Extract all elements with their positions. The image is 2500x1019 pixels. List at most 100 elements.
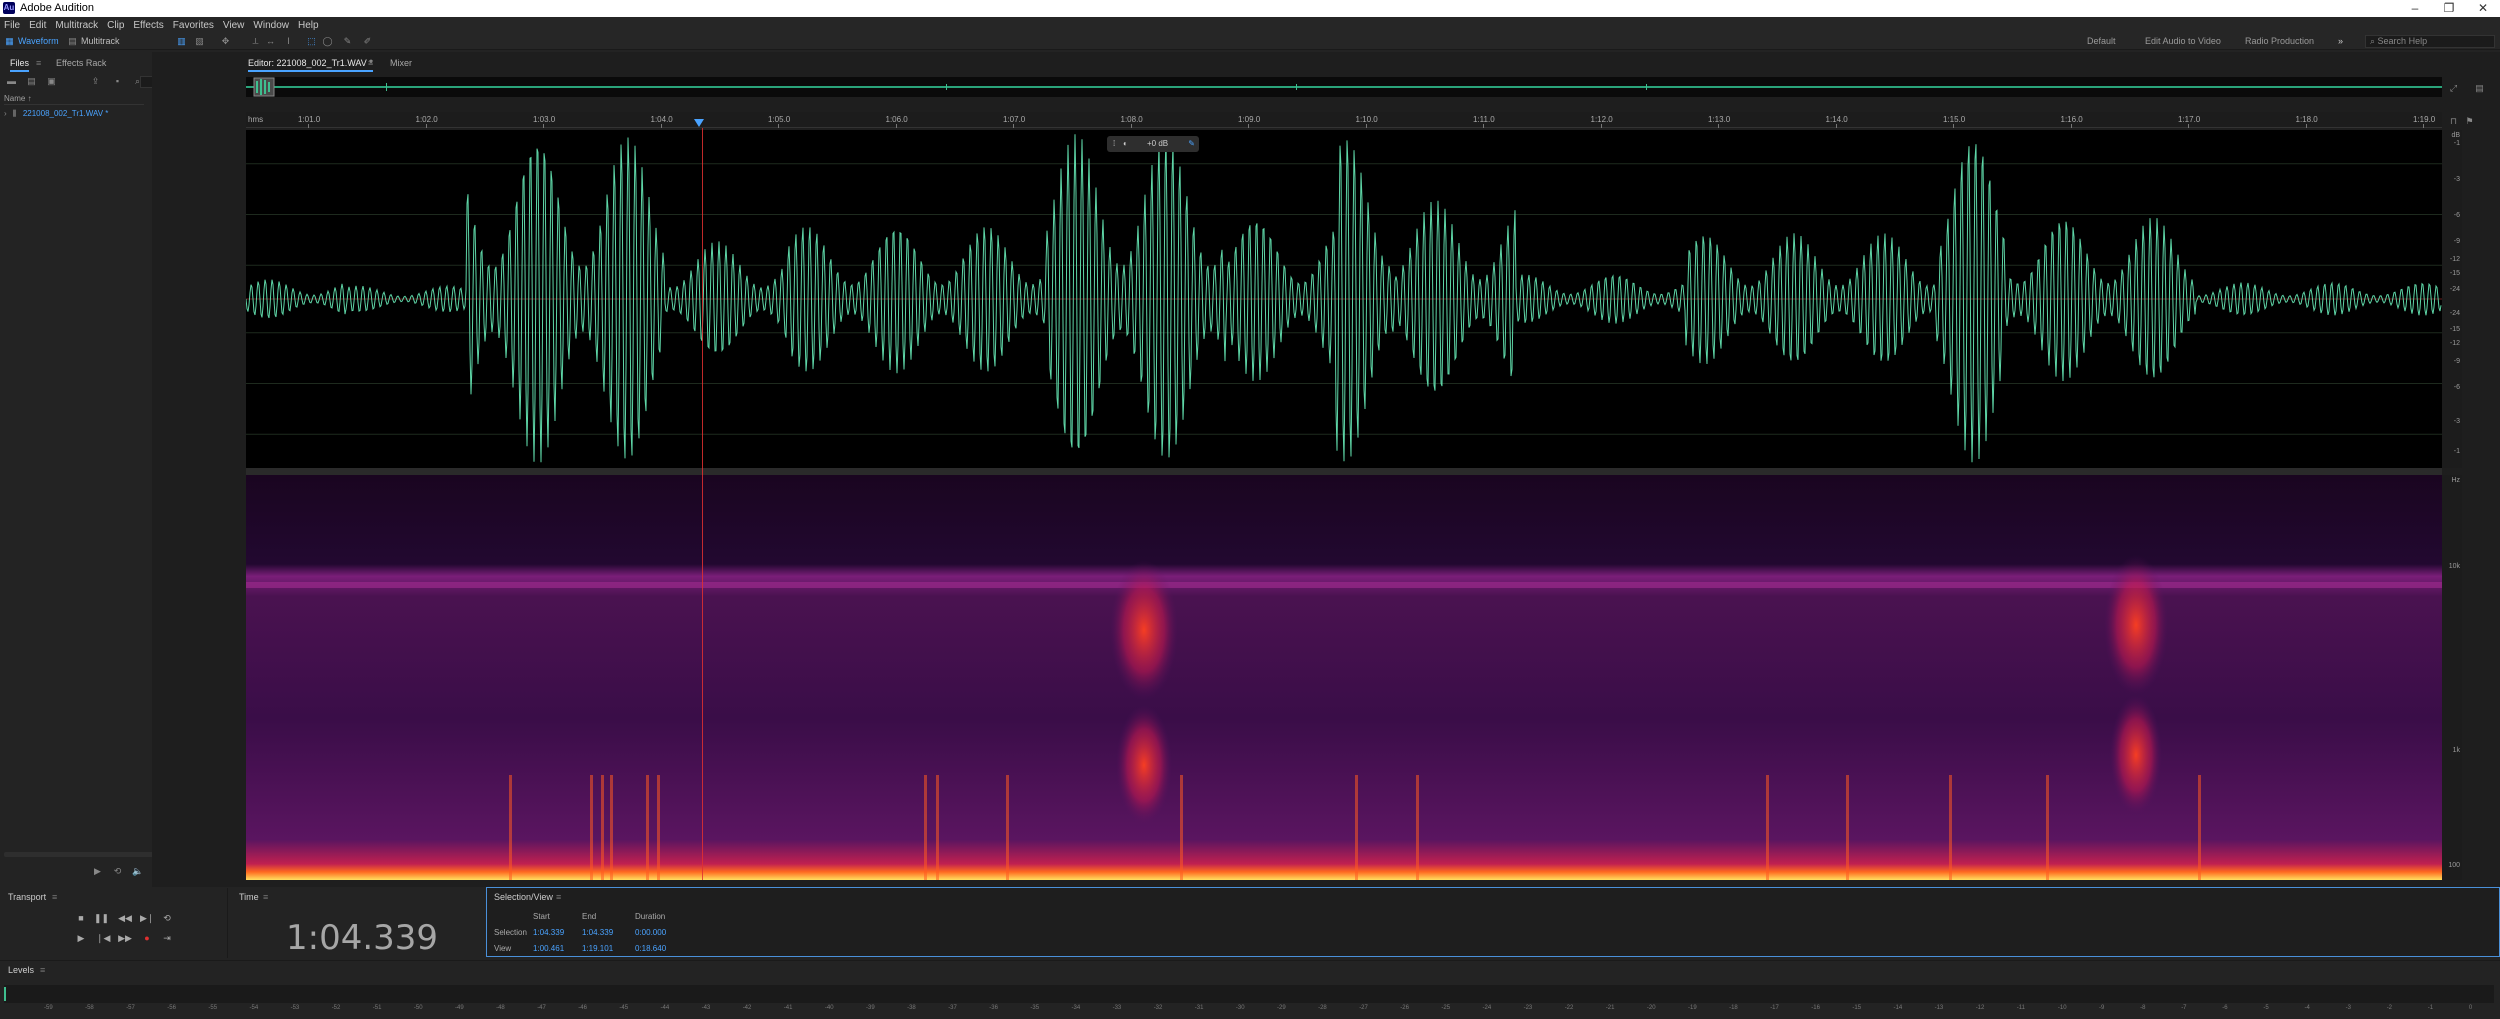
level-tick-label: -21 xyxy=(1605,1005,1615,1011)
waveform-spectral-divider[interactable] xyxy=(246,468,2442,475)
move-to-start-button[interactable]: ❘◀ xyxy=(96,932,110,944)
files-panel xyxy=(0,52,148,887)
pitch-display-icon[interactable]: ▧ xyxy=(194,36,205,46)
view-end[interactable]: 1:19.101 xyxy=(582,944,613,953)
more-workspaces-button[interactable]: » xyxy=(2338,36,2343,46)
rewind-button[interactable]: ◀◀ xyxy=(118,912,132,924)
move-tool-icon[interactable]: ✥ xyxy=(220,36,231,46)
razor-tool-icon[interactable]: ⟂ xyxy=(250,36,261,46)
tab-files[interactable]: Files xyxy=(10,56,30,72)
play-file-preview-icon[interactable]: ▶ xyxy=(92,866,103,876)
minimize-button[interactable]: – xyxy=(2398,0,2432,17)
fast-forward-button[interactable]: ▶▶ xyxy=(118,932,132,944)
db-label: -9 xyxy=(2453,358,2460,365)
lasso-tool-icon[interactable]: ◯ xyxy=(322,36,333,46)
overview-strip[interactable] xyxy=(246,77,2442,97)
ruler-unit: hms xyxy=(248,115,264,124)
new-file-icon[interactable]: ▣ xyxy=(46,76,57,86)
spot-healing-tool-icon[interactable]: ✐ xyxy=(362,36,373,46)
menu-bar: File Edit Multitrack Clip Effects Favori… xyxy=(0,17,2500,33)
hud-volume-value: +0 dB xyxy=(1147,139,1169,148)
col-duration: Duration xyxy=(635,912,666,921)
menu-view[interactable]: View xyxy=(223,20,245,31)
close-button[interactable]: ✕ xyxy=(2466,0,2500,17)
workspace-edit-audio-to-video[interactable]: Edit Audio to Video xyxy=(2145,36,2221,46)
workspace-default[interactable]: Default xyxy=(2087,36,2116,46)
level-tick-label: -9 xyxy=(2099,1005,2105,1011)
transport-menu-icon[interactable]: ≡ xyxy=(52,892,57,902)
overview-menu-icon[interactable]: ▤ xyxy=(2474,83,2485,93)
current-time-display[interactable]: 1:04.339 xyxy=(286,918,438,958)
snap-icon[interactable]: ⊓ xyxy=(2448,116,2459,126)
maximize-button[interactable]: ❐ xyxy=(2432,0,2466,17)
auto-play-icon[interactable]: 🔈 xyxy=(132,866,143,876)
zoom-to-fit-icon[interactable]: ⤢ xyxy=(2448,83,2459,93)
menu-edit[interactable]: Edit xyxy=(29,20,46,31)
db-label: -1 xyxy=(2453,448,2460,455)
level-tick-label: -13 xyxy=(1934,1005,1944,1011)
time-selection-tool-icon[interactable]: I xyxy=(283,36,294,46)
open-file-icon[interactable]: ▬ xyxy=(6,76,17,86)
volume-hud[interactable]: ⁞ ◐ +0 dB ✎ xyxy=(1107,136,1199,152)
hud-pin-icon[interactable]: ✎ xyxy=(1188,136,1195,152)
menu-multitrack[interactable]: Multitrack xyxy=(55,20,98,31)
menu-favorites[interactable]: Favorites xyxy=(173,20,214,31)
record-button[interactable]: ● xyxy=(140,932,154,944)
menu-file[interactable]: File xyxy=(4,20,20,31)
tab-editor[interactable]: Editor: 221008_002_Tr1.WAV * xyxy=(248,56,373,72)
insert-into-multitrack-icon[interactable]: ⇪ xyxy=(90,76,101,86)
slip-tool-icon[interactable]: ↔ xyxy=(265,36,276,46)
ruler-tick-mark xyxy=(1365,124,1367,128)
levels-menu-icon[interactable]: ≡ xyxy=(40,965,45,975)
play-button[interactable]: ▶ xyxy=(74,932,88,944)
time-panel-menu-icon[interactable]: ≡ xyxy=(263,892,268,902)
menu-window[interactable]: Window xyxy=(253,20,289,31)
skip-selection-button[interactable]: ⇥ xyxy=(160,932,174,944)
col-start: Start xyxy=(533,912,550,921)
level-tick-label: -19 xyxy=(1688,1005,1697,1011)
view-start[interactable]: 1:00.461 xyxy=(533,944,564,953)
playhead-handle-icon[interactable] xyxy=(694,119,704,127)
pause-button[interactable]: ❚❚ xyxy=(94,912,109,924)
multitrack-button[interactable]: Multitrack xyxy=(81,35,120,48)
marquee-tool-icon[interactable]: ⬚ xyxy=(306,36,317,46)
waveform-button[interactable]: Waveform xyxy=(18,35,59,48)
brush-tool-icon[interactable]: ✎ xyxy=(342,36,353,46)
files-name-header[interactable]: Name ↑ xyxy=(4,94,144,105)
file-list-item[interactable]: › ⫼ 221008_002_Tr1.WAV * xyxy=(4,109,144,120)
editor-panel-menu-icon[interactable]: ≡ xyxy=(368,56,373,70)
expand-chevron-icon[interactable]: › xyxy=(4,109,7,118)
import-file-icon[interactable]: ▤ xyxy=(26,76,37,86)
db-scale: dB -1 -3 -6 -9 -12 -15 -24 -24 -15 -12 -9 -6 -3 -1 xyxy=(2442,130,2462,468)
level-tick-label: -14 xyxy=(1893,1005,1903,1011)
waveform-display[interactable] xyxy=(245,130,2442,468)
selection-start[interactable]: 1:04.339 xyxy=(533,928,564,937)
loop-preview-icon[interactable]: ⟲ xyxy=(112,866,123,876)
selection-duration[interactable]: 0:00.000 xyxy=(635,928,666,937)
menu-clip[interactable]: Clip xyxy=(107,20,124,31)
menu-effects[interactable]: Effects xyxy=(133,20,163,31)
spectral-frequency-display[interactable] xyxy=(246,475,2442,880)
delete-file-icon[interactable]: ▪ xyxy=(112,76,123,86)
search-help-input[interactable]: ⌕ Search Help xyxy=(2365,35,2495,48)
playhead-line[interactable] xyxy=(702,128,703,880)
tab-effects-rack[interactable]: Effects Rack xyxy=(56,56,106,70)
files-panel-menu-icon[interactable]: ≡ xyxy=(36,56,41,70)
time-panel-title: Time xyxy=(239,892,259,902)
selection-view-menu-icon[interactable]: ≡ xyxy=(556,892,561,902)
view-duration[interactable]: 0:18.640 xyxy=(635,944,666,953)
selection-end[interactable]: 1:04.339 xyxy=(582,928,613,937)
spectral-display-icon[interactable]: ▥ xyxy=(176,36,187,46)
files-horizontal-scrollbar[interactable] xyxy=(4,852,154,857)
tab-mixer[interactable]: Mixer xyxy=(390,56,412,70)
move-to-end-button[interactable]: ▶❘ xyxy=(140,912,154,924)
level-tick-label: -29 xyxy=(1277,1005,1286,1011)
stop-button[interactable]: ■ xyxy=(74,912,88,924)
loop-playback-button[interactable]: ⟲ xyxy=(160,912,174,924)
marker-icon[interactable]: ⚑ xyxy=(2464,116,2475,126)
menu-help[interactable]: Help xyxy=(298,20,319,31)
timeline-ruler[interactable]: hms 1:01.0 1:02.0 1:03.0 1:04.0 1:05.0 1:06.0… xyxy=(246,112,2442,128)
workspace-radio-production[interactable]: Radio Production xyxy=(2245,36,2314,46)
volume-knob-icon[interactable]: ◐ xyxy=(1123,136,1128,152)
transport-panel: Transport ≡ ■ ❚❚ ◀◀ ▶❘ ⟲ ▶ ❘◀ ▶▶ ● ⇥ xyxy=(0,888,228,958)
